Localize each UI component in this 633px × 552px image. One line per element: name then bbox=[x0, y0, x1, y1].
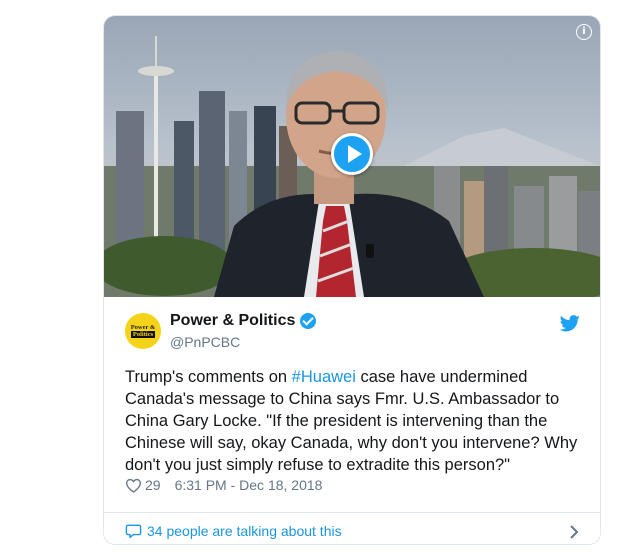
avatar[interactable]: Power & Politics bbox=[125, 313, 161, 349]
play-icon bbox=[348, 145, 362, 163]
video-thumbnail[interactable]: i bbox=[104, 16, 600, 297]
embedded-tweet-card[interactable]: i Power & Politics Power & Politics @PnP… bbox=[103, 15, 601, 545]
author-handle[interactable]: @PnPCBC bbox=[170, 334, 240, 350]
chevron-right-icon[interactable] bbox=[569, 524, 579, 540]
author-row[interactable]: Power & Politics bbox=[170, 312, 317, 330]
conversation-link[interactable]: 34 people are talking about this bbox=[125, 518, 585, 544]
hashtag-link[interactable]: #Huawei bbox=[292, 368, 356, 386]
like-count[interactable]: 29 bbox=[145, 477, 161, 493]
heart-icon[interactable] bbox=[125, 478, 142, 493]
reply-bubble-icon bbox=[125, 524, 142, 539]
tweet-text: Trump's comments on #Huawei case have un… bbox=[125, 366, 585, 476]
avatar-text-bottom: Politics bbox=[130, 331, 156, 338]
divider bbox=[104, 512, 600, 513]
conversation-count[interactable]: 34 people are talking about this bbox=[147, 523, 342, 539]
play-button[interactable] bbox=[331, 133, 373, 175]
verified-badge-icon bbox=[300, 313, 317, 329]
avatar-text-top: Power & bbox=[130, 324, 156, 331]
twitter-bird-icon[interactable] bbox=[560, 315, 580, 332]
author-name[interactable]: Power & Politics bbox=[170, 312, 295, 330]
tweet-timestamp[interactable]: 6:31 PM - Dec 18, 2018 bbox=[175, 477, 323, 493]
tweet-text-start: Trump's comments on bbox=[125, 368, 292, 386]
info-icon[interactable]: i bbox=[576, 24, 592, 40]
tweet-meta: 29 6:31 PM - Dec 18, 2018 bbox=[125, 477, 322, 493]
